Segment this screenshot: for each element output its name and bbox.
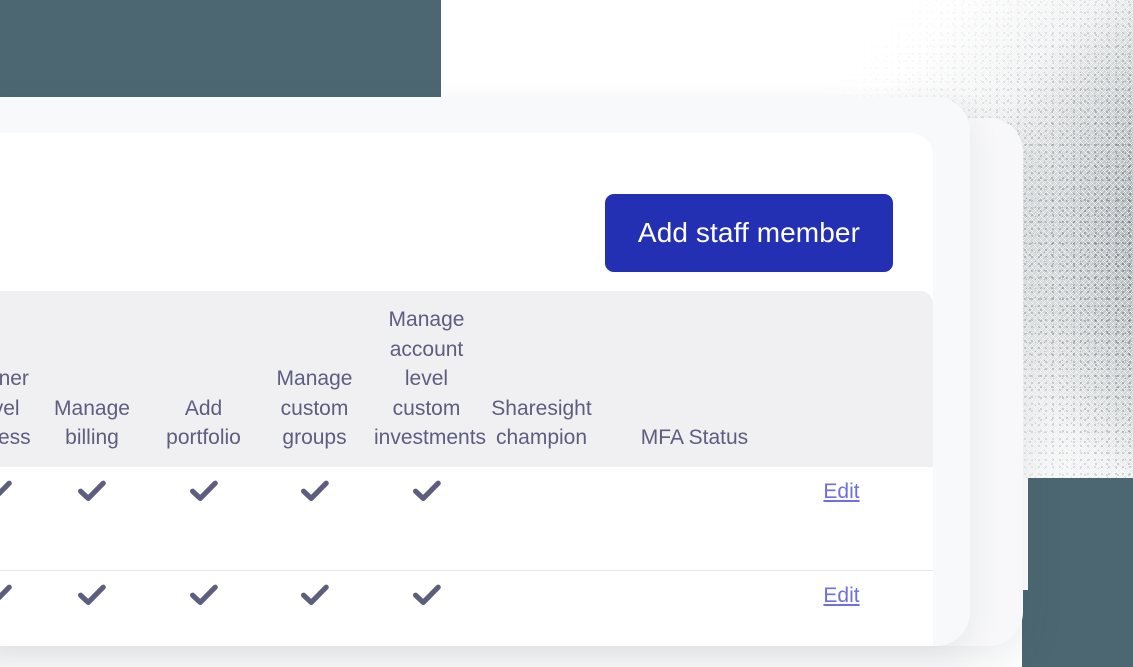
check-mark-icon: [300, 584, 329, 606]
column-header-add-portfolio: Add portfolio: [148, 291, 259, 467]
screenshot-stage: Add staff member Owner level access: [0, 0, 1133, 667]
cell-sharesight-champion: [483, 466, 600, 571]
column-header-manage-account-level-custom-investments: Manage account level custom investments: [370, 291, 486, 467]
cell-manage-account-level-custom-investments: [370, 570, 483, 646]
cell-mfa-status: [600, 466, 789, 571]
backdrop-slate-panel: [0, 0, 441, 97]
cell-manage-account-level-custom-investments: [370, 466, 483, 571]
add-staff-member-button[interactable]: Add staff member: [604, 194, 893, 272]
table-row: Edit: [0, 466, 933, 571]
cell-manage-custom-groups: [259, 570, 370, 646]
column-header-mfa-status: MFA Status: [600, 291, 789, 467]
card-content-panel: Add staff member Owner level access: [0, 133, 933, 646]
check-mark-icon: [412, 480, 441, 502]
column-header-actions: [789, 291, 933, 467]
edit-link[interactable]: Edit: [823, 584, 859, 607]
check-mark-icon: [78, 480, 106, 502]
table-header: Owner level access Manage billing Add po…: [0, 291, 933, 467]
table-body: Edit Edit: [0, 466, 933, 646]
cell-manage-billing: [36, 570, 148, 646]
check-mark-icon: [189, 480, 218, 502]
table-header-row: Owner level access Manage billing Add po…: [0, 291, 933, 467]
cell-owner-level-access: [0, 570, 36, 646]
backdrop-slate-corner-panel: [1022, 590, 1133, 667]
cell-add-portfolio: [148, 570, 259, 646]
check-mark-icon: [0, 480, 12, 502]
cell-mfa-status: [600, 570, 789, 646]
check-mark-icon: [78, 584, 106, 606]
column-header-manage-custom-groups: Manage custom groups: [259, 291, 370, 467]
check-mark-icon: [300, 480, 329, 502]
cell-add-portfolio: [148, 466, 259, 571]
card-toolbar: Add staff member: [0, 133, 933, 272]
staff-permissions-card: Add staff member Owner level access: [0, 97, 970, 646]
table-row: Edit: [0, 570, 933, 646]
column-header-owner-level-access: Owner level access: [0, 291, 36, 467]
cell-manage-billing: [36, 466, 148, 571]
column-header-sharesight-champion: Sharesight champion: [483, 291, 600, 467]
cell-owner-level-access: [0, 466, 36, 571]
check-mark-icon: [0, 584, 12, 606]
column-header-manage-billing: Manage billing: [36, 291, 148, 467]
cell-actions: Edit: [789, 466, 933, 571]
cell-manage-custom-groups: [259, 466, 370, 571]
check-mark-icon: [189, 584, 218, 606]
edit-link[interactable]: Edit: [823, 480, 859, 503]
check-mark-icon: [412, 584, 441, 606]
cell-actions: Edit: [789, 570, 933, 646]
staff-permissions-table: Owner level access Manage billing Add po…: [0, 291, 933, 646]
cell-sharesight-champion: [483, 570, 600, 646]
